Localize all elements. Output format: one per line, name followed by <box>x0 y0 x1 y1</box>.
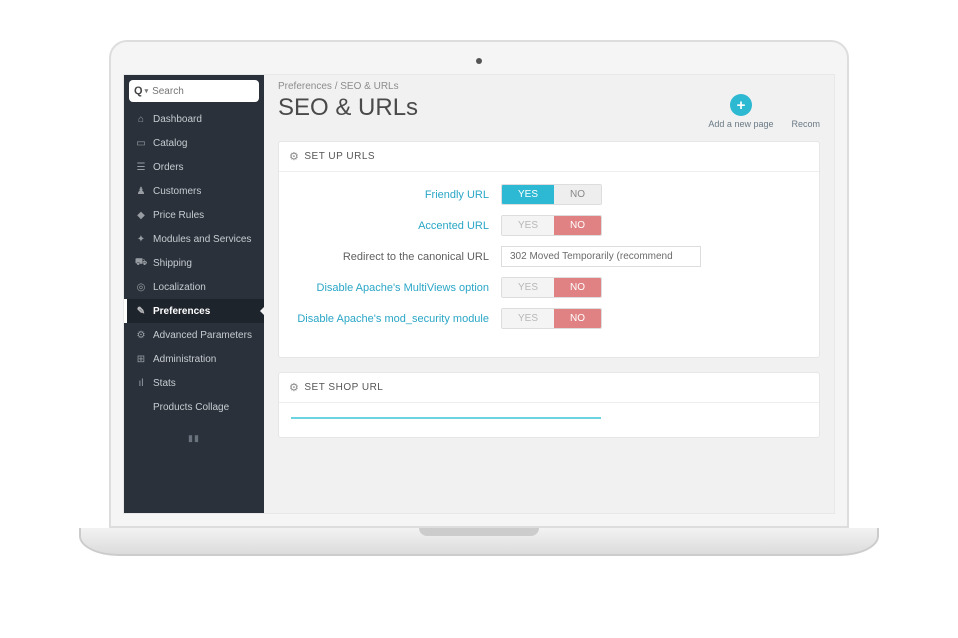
sidebar-item-products-collage[interactable]: Products Collage <box>124 395 264 419</box>
administration-icon: ⊞ <box>135 353 147 365</box>
panel-heading: ⚙ SET UP URLS <box>279 142 819 172</box>
sidebar-nav: ⌂ Dashboard ▭ Catalog ☰ Orders ♟ Custome… <box>124 107 264 419</box>
orders-icon: ☰ <box>135 161 147 173</box>
modsecurity-label[interactable]: Disable Apache's mod_security module <box>291 313 501 325</box>
shipping-icon: ⛟ <box>135 257 147 269</box>
search-box[interactable]: Q ▾ <box>129 80 259 102</box>
friendly-url-toggle[interactable]: YES NO <box>501 184 602 205</box>
accented-url-toggle[interactable]: YES NO <box>501 215 602 236</box>
sidebar-item-administration[interactable]: ⊞ Administration <box>124 347 264 371</box>
shop-url-divider <box>291 417 601 419</box>
panel-set-up-urls: ⚙ SET UP URLS Friendly URL YES NO A <box>278 141 820 358</box>
sidebar-item-dashboard[interactable]: ⌂ Dashboard <box>124 107 264 131</box>
gear-icon: ⚙ <box>289 381 299 394</box>
laptop-base <box>79 528 878 556</box>
main-content: Preferences / SEO & URLs SEO & URLs + Ad… <box>264 75 834 513</box>
sidebar-collapse-icon[interactable]: ▮▮ <box>124 433 264 444</box>
sidebar-item-orders[interactable]: ☰ Orders <box>124 155 264 179</box>
panel-title-text: SET UP URLS <box>304 151 375 162</box>
sidebar-item-label: Products Collage <box>153 402 229 413</box>
sidebar-item-label: Stats <box>153 378 176 389</box>
customers-icon: ♟ <box>135 185 147 197</box>
search-prefix: Q <box>134 85 143 97</box>
panel-heading: ⚙ SET SHOP URL <box>279 373 819 403</box>
recommended-button[interactable]: Recom <box>791 94 820 129</box>
sidebar-item-label: Orders <box>153 162 184 173</box>
sidebar-item-label: Modules and Services <box>153 234 251 245</box>
accented-url-label[interactable]: Accented URL <box>291 220 501 232</box>
sidebar-item-advanced[interactable]: ⚙ Advanced Parameters <box>124 323 264 347</box>
sidebar-item-price-rules[interactable]: ◆ Price Rules <box>124 203 264 227</box>
add-page-button[interactable]: + Add a new page <box>708 94 773 129</box>
friendly-url-label[interactable]: Friendly URL <box>291 189 501 201</box>
breadcrumb-parent[interactable]: Preferences <box>278 81 332 92</box>
dashboard-icon: ⌂ <box>135 113 147 125</box>
search-scope-dropdown[interactable]: Q ▾ <box>134 85 148 97</box>
catalog-icon: ▭ <box>135 137 147 149</box>
sidebar-item-label: Localization <box>153 282 206 293</box>
sidebar-item-label: Advanced Parameters <box>153 330 252 341</box>
sidebar-item-modules[interactable]: ✦ Modules and Services <box>124 227 264 251</box>
toggle-yes[interactable]: YES <box>502 216 554 235</box>
sidebar-item-label: Price Rules <box>153 210 204 221</box>
toggle-no[interactable]: NO <box>554 309 601 328</box>
preferences-icon: ✎ <box>135 305 147 317</box>
plus-icon: + <box>730 94 752 116</box>
multiviews-toggle[interactable]: YES NO <box>501 277 602 298</box>
modules-icon: ✦ <box>135 233 147 245</box>
advanced-icon: ⚙ <box>135 329 147 341</box>
sidebar-item-stats[interactable]: ıl Stats <box>124 371 264 395</box>
sidebar-item-label: Preferences <box>153 306 210 317</box>
sidebar-item-customers[interactable]: ♟ Customers <box>124 179 264 203</box>
chevron-down-icon: ▾ <box>145 87 149 95</box>
page-title: SEO & URLs <box>278 94 708 122</box>
toggle-no[interactable]: NO <box>554 216 601 235</box>
stats-icon: ıl <box>135 377 147 389</box>
sidebar-item-shipping[interactable]: ⛟ Shipping <box>124 251 264 275</box>
breadcrumb: Preferences / SEO & URLs <box>264 75 834 92</box>
sidebar-item-label: Administration <box>153 354 216 365</box>
sidebar-item-preferences[interactable]: ✎ Preferences <box>124 299 264 323</box>
localization-icon: ◎ <box>135 281 147 293</box>
toggle-no[interactable]: NO <box>554 278 601 297</box>
breadcrumb-current: SEO & URLs <box>340 81 398 92</box>
panel-title-text: SET SHOP URL <box>304 382 383 393</box>
sidebar-item-localization[interactable]: ◎ Localization <box>124 275 264 299</box>
sidebar-item-catalog[interactable]: ▭ Catalog <box>124 131 264 155</box>
panel-set-shop-url: ⚙ SET SHOP URL <box>278 372 820 438</box>
canonical-redirect-select[interactable]: 302 Moved Temporarily (recommend <box>501 246 701 267</box>
sidebar: Q ▾ ⌂ Dashboard ▭ Catalog ☰ <box>124 75 264 513</box>
price-rules-icon: ◆ <box>135 209 147 221</box>
gear-icon: ⚙ <box>289 150 299 163</box>
modsecurity-toggle[interactable]: YES NO <box>501 308 602 329</box>
canonical-redirect-label: Redirect to the canonical URL <box>291 251 501 263</box>
sidebar-item-label: Shipping <box>153 258 192 269</box>
toggle-yes[interactable]: YES <box>502 278 554 297</box>
toggle-no[interactable]: NO <box>554 185 601 204</box>
camera-dot <box>476 58 482 64</box>
toggle-yes[interactable]: YES <box>502 185 554 204</box>
add-page-label: Add a new page <box>708 119 773 129</box>
multiviews-label[interactable]: Disable Apache's MultiViews option <box>291 282 501 294</box>
toggle-yes[interactable]: YES <box>502 309 554 328</box>
sidebar-item-label: Catalog <box>153 138 187 149</box>
breadcrumb-sep: / <box>335 81 338 92</box>
sidebar-item-label: Dashboard <box>153 114 202 125</box>
sidebar-item-label: Customers <box>153 186 201 197</box>
products-collage-icon <box>135 401 147 413</box>
recommended-label: Recom <box>791 119 820 129</box>
